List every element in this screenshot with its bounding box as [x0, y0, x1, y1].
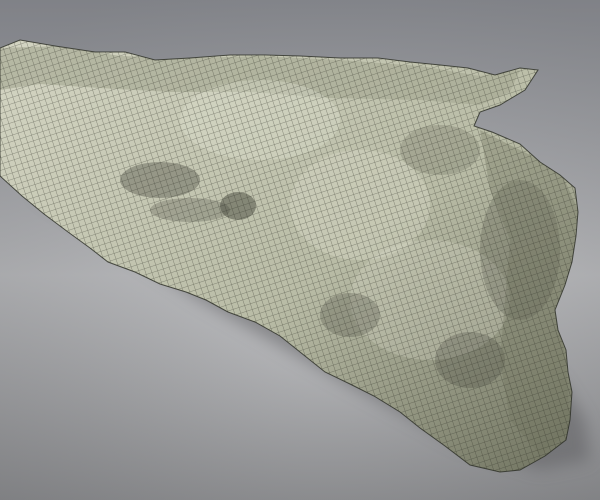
render-canvas	[0, 0, 600, 500]
viewport-3d[interactable]	[0, 0, 600, 500]
